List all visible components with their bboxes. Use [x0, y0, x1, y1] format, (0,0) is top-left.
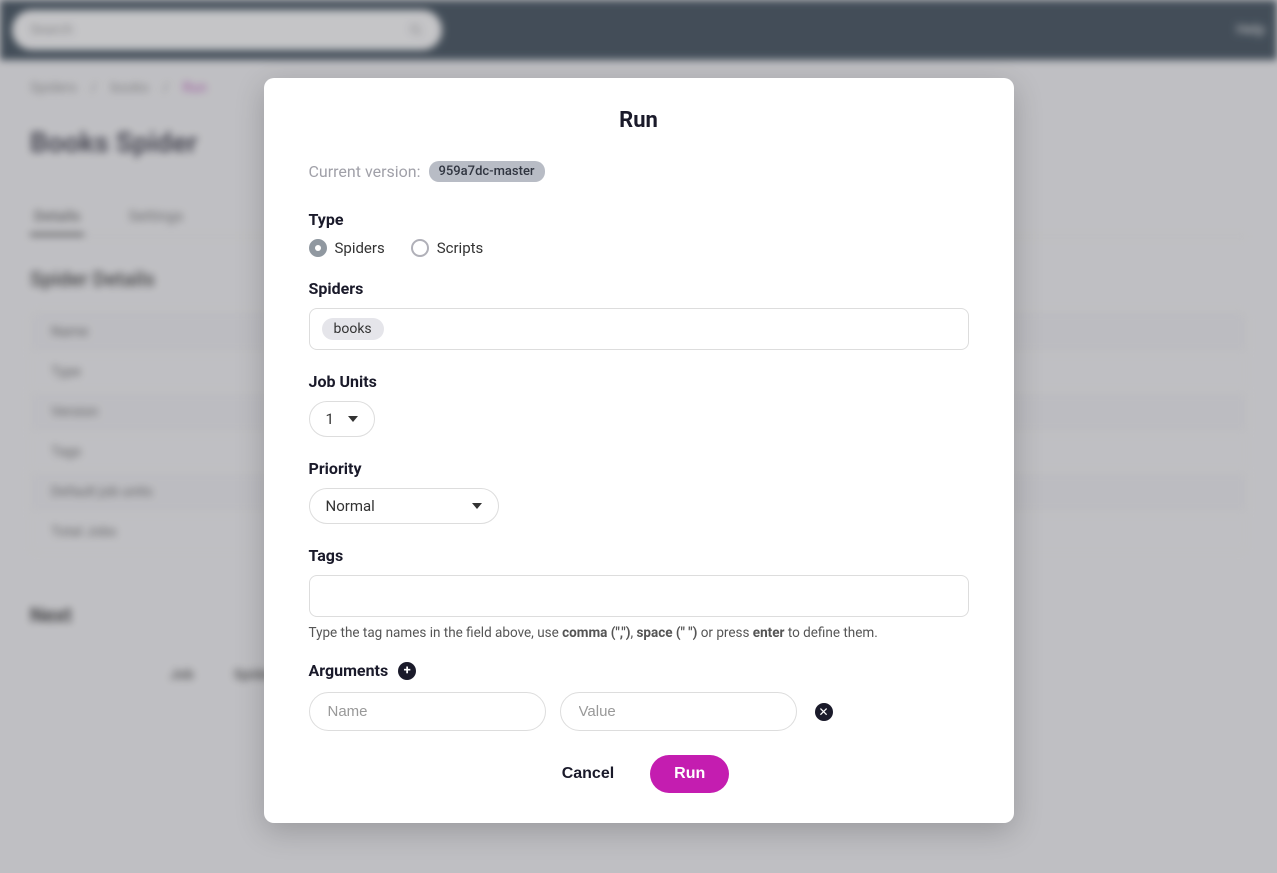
spider-chip[interactable]: books — [322, 318, 384, 340]
radio-scripts[interactable]: Scripts — [411, 239, 484, 257]
modal-actions: Cancel Run — [309, 755, 969, 793]
arguments-label: Arguments — [309, 661, 389, 680]
job-units-value: 1 — [326, 410, 334, 428]
spiders-label: Spiders — [309, 279, 969, 298]
radio-label: Spiders — [335, 239, 385, 257]
cancel-button[interactable]: Cancel — [548, 755, 628, 793]
arguments-header: Arguments + — [309, 661, 969, 680]
spiders-input[interactable]: books — [309, 308, 969, 350]
radio-spiders[interactable]: Spiders — [309, 239, 385, 257]
argument-value-input[interactable] — [560, 692, 797, 731]
run-modal: Run Current version: 959a7dc-master Type… — [264, 78, 1014, 823]
tags-input[interactable] — [309, 575, 969, 617]
version-label: Current version: — [309, 162, 421, 181]
argument-row: ✕ — [309, 692, 969, 731]
priority-label: Priority — [309, 459, 969, 478]
argument-name-input[interactable] — [309, 692, 546, 731]
job-units-label: Job Units — [309, 372, 969, 391]
remove-argument-icon[interactable]: ✕ — [815, 703, 833, 721]
radio-dot-icon — [411, 239, 429, 257]
priority-select[interactable]: Normal — [309, 488, 499, 524]
type-radio-group: Spiders Scripts — [309, 239, 969, 257]
radio-label: Scripts — [437, 239, 484, 257]
add-argument-icon[interactable]: + — [398, 662, 416, 680]
modal-title: Run — [309, 108, 969, 133]
run-button[interactable]: Run — [650, 755, 729, 793]
chevron-down-icon — [472, 503, 482, 509]
current-version: Current version: 959a7dc-master — [309, 161, 969, 182]
version-chip: 959a7dc-master — [429, 161, 545, 182]
chevron-down-icon — [348, 416, 358, 422]
modal-overlay[interactable]: Run Current version: 959a7dc-master Type… — [0, 0, 1277, 873]
priority-value: Normal — [326, 497, 375, 515]
tags-label: Tags — [309, 546, 969, 565]
job-units-select[interactable]: 1 — [309, 401, 375, 437]
tags-hint: Type the tag names in the field above, u… — [309, 625, 969, 641]
type-label: Type — [309, 210, 969, 229]
radio-dot-selected-icon — [309, 239, 327, 257]
